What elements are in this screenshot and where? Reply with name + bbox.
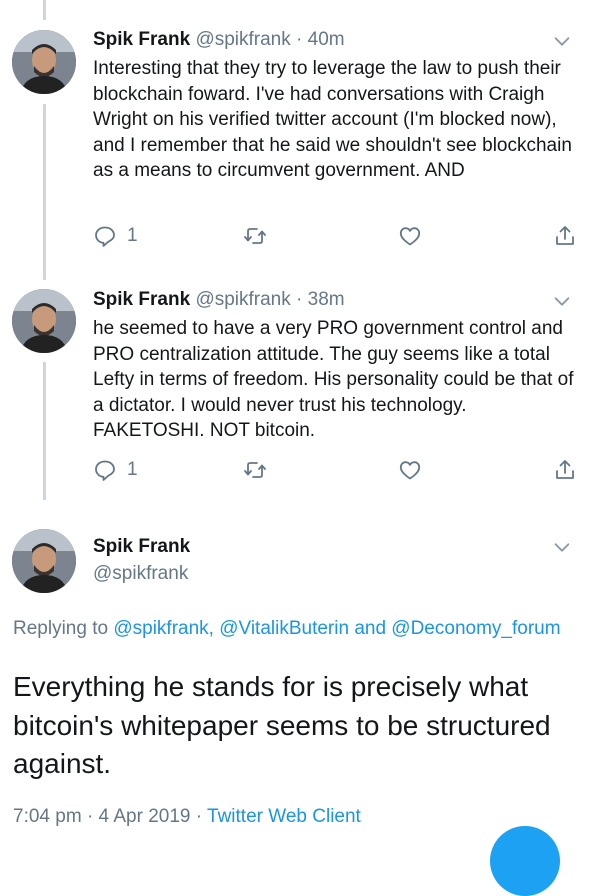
reply-count: 1: [127, 225, 138, 246]
separator-dot: ·: [195, 806, 203, 827]
tweet-header: Spik Frank @spikfrank · 40m: [93, 28, 345, 52]
replying-prefix: Replying to: [13, 618, 114, 639]
avatar[interactable]: [12, 30, 76, 94]
user-handle[interactable]: @spikfrank: [195, 29, 290, 50]
tweet-header: Spik Frank @spikfrank · 38m: [93, 288, 345, 312]
chevron-down-icon[interactable]: [551, 290, 573, 312]
thread-line: [43, 104, 46, 280]
like-icon: [398, 458, 422, 482]
separator-dot: ·: [296, 29, 303, 50]
tweet-meta: 7:04 pm · 4 Apr 2019 · Twitter Web Clien…: [13, 806, 361, 828]
separator-dot: ·: [86, 806, 94, 827]
avatar[interactable]: [12, 529, 76, 593]
display-name[interactable]: Spik Frank: [93, 536, 190, 558]
tweet-time[interactable]: 40m: [308, 29, 345, 50]
like-icon: [398, 224, 422, 248]
like-button[interactable]: [398, 222, 422, 250]
share-button[interactable]: [553, 456, 577, 484]
compose-tweet-button[interactable]: [490, 826, 560, 896]
user-handle[interactable]: @spikfrank: [93, 563, 188, 585]
reply-button[interactable]: 1: [93, 456, 138, 484]
tweet-text: Interesting that they try to leverage th…: [93, 58, 572, 182]
reply-button[interactable]: 1: [93, 222, 138, 250]
retweet-icon: [243, 458, 267, 482]
retweet-button[interactable]: [243, 456, 267, 484]
tweet-actions: 1: [93, 456, 583, 484]
display-name[interactable]: Spik Frank: [93, 29, 190, 50]
tweet-timestamp[interactable]: 7:04 pm: [13, 806, 82, 827]
tweet-client-link[interactable]: Twitter Web Client: [207, 806, 361, 827]
chevron-down-icon[interactable]: [551, 30, 573, 52]
user-handle[interactable]: @spikfrank: [195, 289, 290, 310]
thread-line: [43, 362, 46, 500]
thread-line: [43, 0, 46, 20]
tweet-time[interactable]: 38m: [308, 289, 345, 310]
reply-count: 1: [127, 459, 138, 480]
avatar[interactable]: [12, 289, 76, 353]
chevron-down-icon[interactable]: [551, 536, 573, 558]
tweet-text: he seemed to have a very PRO government …: [93, 318, 574, 442]
main-tweet-text: Everything he stands for is precisely wh…: [13, 671, 551, 779]
separator-dot: ·: [296, 289, 303, 310]
reply-icon: [93, 458, 117, 482]
tweet-date[interactable]: 4 Apr 2019: [99, 806, 191, 827]
tweet-actions: 1: [93, 222, 583, 250]
share-button[interactable]: [553, 222, 577, 250]
share-icon: [553, 224, 577, 248]
retweet-button[interactable]: [243, 222, 267, 250]
replying-mentions[interactable]: @spikfrank, @VitalikButerin and @Deconom…: [113, 618, 560, 639]
replying-to: Replying to @spikfrank, @VitalikButerin …: [13, 616, 573, 642]
reply-icon: [93, 224, 117, 248]
like-button[interactable]: [398, 456, 422, 484]
retweet-icon: [243, 224, 267, 248]
display-name[interactable]: Spik Frank: [93, 289, 190, 310]
share-icon: [553, 458, 577, 482]
